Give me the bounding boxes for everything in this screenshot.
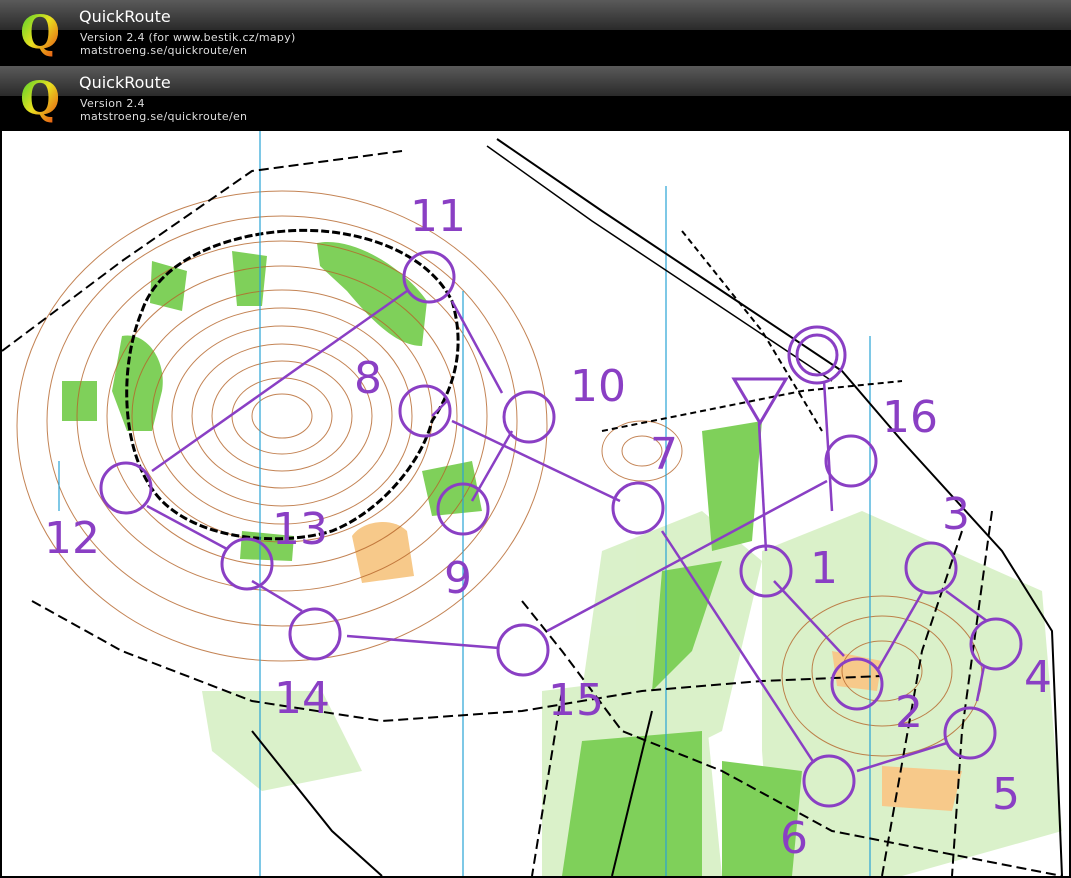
orienteering-map[interactable]: 1 2 3 4 5 6 7 8 9 10 11 12 13 14 15 16: [2, 131, 1069, 876]
control-circle-7: [611, 481, 665, 535]
control-number-15: 15: [548, 675, 604, 726]
control-circle-15: [496, 623, 550, 677]
control-circle-16: [824, 434, 878, 488]
control-number-16: 16: [882, 392, 938, 443]
website-link[interactable]: matstroeng.se/quickroute/en: [80, 110, 247, 123]
control-circle-12: [99, 461, 153, 515]
control-number-7: 7: [650, 429, 678, 480]
control-number-3: 3: [942, 489, 970, 540]
control-circle-8: [398, 384, 452, 438]
control-number-6: 6: [780, 813, 808, 864]
control-number-9: 9: [444, 553, 472, 604]
control-number-12: 12: [44, 513, 100, 564]
quickroute-banner-1: Q QuickRoute Version 2.4 (for www.bestik…: [0, 0, 1071, 64]
control-number-5: 5: [992, 769, 1020, 820]
svg-text:Q: Q: [20, 6, 58, 58]
quickroute-logo-icon: Q: [20, 72, 58, 124]
quickroute-banner-2: Q QuickRoute Version 2.4 matstroeng.se/q…: [0, 66, 1071, 131]
triangle-start-icon: [731, 377, 789, 426]
app-title: QuickRoute: [79, 7, 171, 26]
control-number-1: 1: [810, 543, 838, 594]
control-number-4: 4: [1024, 652, 1052, 703]
control-number-10: 10: [570, 361, 626, 412]
control-number-14: 14: [274, 673, 330, 724]
control-number-2: 2: [895, 687, 923, 738]
control-number-8: 8: [354, 353, 382, 404]
control-number-11: 11: [410, 191, 466, 242]
quickroute-logo-icon: Q: [20, 6, 58, 58]
control-circle-14: [288, 607, 342, 661]
control-number-13: 13: [272, 504, 328, 555]
app-title: QuickRoute: [79, 73, 171, 92]
svg-text:Q: Q: [20, 72, 58, 124]
version-text: Version 2.4: [80, 97, 145, 110]
version-text: Version 2.4 (for www.bestik.cz/mapy): [80, 31, 296, 44]
website-link[interactable]: matstroeng.se/quickroute/en: [80, 44, 247, 57]
map-canvas: 1 2 3 4 5 6 7 8 9 10 11 12 13 14 15 16: [2, 131, 1063, 876]
